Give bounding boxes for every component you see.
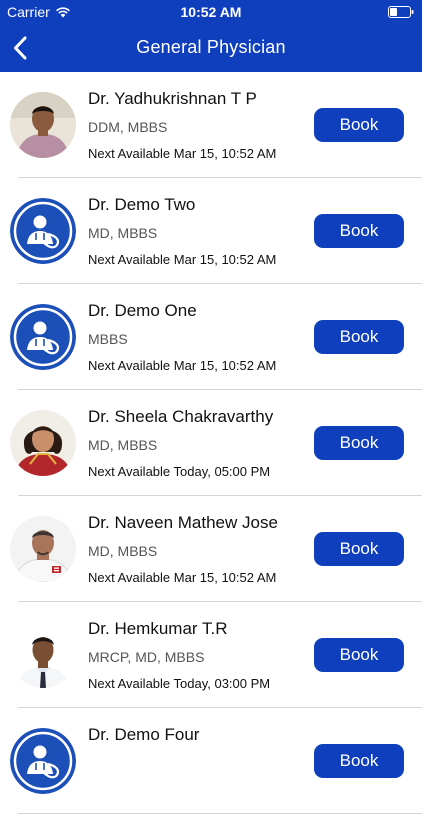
doctor-placeholder-icon xyxy=(10,198,76,264)
avatar xyxy=(10,92,76,158)
status-bar: Carrier 10:52 AM xyxy=(0,0,422,24)
next-available: Next Available Today, 05:00 PM xyxy=(88,464,271,479)
doctor-list-item[interactable]: Dr. Naveen Mathew Jose MD, MBBS Next Ava… xyxy=(10,496,422,602)
next-available: Next Available Mar 15, 10:52 AM xyxy=(88,252,277,267)
doctor-list-item[interactable]: Dr. Demo One MBBS Next Available Mar 15,… xyxy=(10,284,422,390)
doctor-name: Dr. Demo Two xyxy=(88,195,196,214)
book-button[interactable]: Book xyxy=(314,214,404,248)
next-available: Next Available Mar 15, 10:52 AM xyxy=(88,570,277,585)
doctor-degree: MBBS xyxy=(88,331,128,347)
avatar xyxy=(10,728,76,794)
doctor-list-item[interactable]: Dr. Sheela Chakravarthy MD, MBBS Next Av… xyxy=(10,390,422,496)
doctor-name: Dr. Naveen Mathew Jose xyxy=(88,513,278,532)
book-button[interactable]: Book xyxy=(314,426,404,460)
doctor-list-item[interactable]: Dr. Hemkumar T.R MRCP, MD, MBBS Next Ava… xyxy=(10,602,422,708)
clock: 10:52 AM xyxy=(180,4,242,20)
doctor-list-item[interactable]: Dr. Yadhukrishnan T P DDM, MBBS Next Ava… xyxy=(10,72,422,178)
doctor-name: Dr. Demo One xyxy=(88,301,197,320)
doctor-placeholder-icon xyxy=(10,304,76,370)
doctor-list-item[interactable]: Dr. Demo Two MD, MBBS Next Available Mar… xyxy=(10,178,422,284)
avatar xyxy=(10,410,76,476)
next-available: Next Available Today, 03:00 PM xyxy=(88,676,271,691)
doctor-name: Dr. Hemkumar T.R xyxy=(88,619,228,638)
avatar xyxy=(10,516,76,582)
doctor-list-item[interactable]: Dr. Demo Four Book xyxy=(10,708,422,814)
doctor-degree: MD, MBBS xyxy=(88,437,158,453)
doctor-name: Dr. Demo Four xyxy=(88,725,200,744)
battery-icon xyxy=(388,6,414,18)
book-button[interactable]: Book xyxy=(314,108,404,142)
page-title: General Physician xyxy=(136,37,286,57)
doctor-degree: MD, MBBS xyxy=(88,543,158,559)
doctor-name: Dr. Sheela Chakravarthy xyxy=(88,407,274,426)
next-available: Next Available Mar 15, 10:52 AM xyxy=(88,358,277,373)
doctor-placeholder-icon xyxy=(10,728,76,794)
navigation-bar: General Physician xyxy=(0,24,422,72)
book-button[interactable]: Book xyxy=(314,744,404,778)
book-button[interactable]: Book xyxy=(314,638,404,672)
book-button[interactable]: Book xyxy=(314,532,404,566)
doctor-degree: MRCP, MD, MBBS xyxy=(88,649,205,665)
doctor-list: Dr. Yadhukrishnan T P DDM, MBBS Next Ava… xyxy=(0,72,422,814)
avatar xyxy=(10,622,76,688)
doctor-degree: MD, MBBS xyxy=(88,225,158,241)
avatar xyxy=(10,304,76,370)
doctor-name: Dr. Yadhukrishnan T P xyxy=(88,89,257,108)
doctor-degree: DDM, MBBS xyxy=(88,119,168,135)
app-header: Carrier 10:52 AM General Physician xyxy=(0,0,422,72)
next-available: Next Available Mar 15, 10:52 AM xyxy=(88,146,277,161)
book-button[interactable]: Book xyxy=(314,320,404,354)
avatar xyxy=(10,198,76,264)
